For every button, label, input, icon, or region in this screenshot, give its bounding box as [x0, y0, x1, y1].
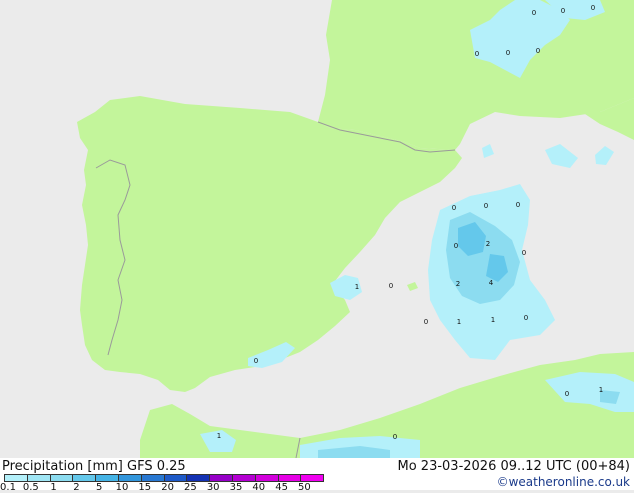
precip-value-label: 0	[254, 357, 258, 365]
precip-value-label: 0	[454, 242, 458, 250]
precip-value-label: 1	[599, 386, 603, 394]
legend-tick-label: 5	[96, 482, 103, 493]
precip-value-label: 1	[457, 318, 461, 326]
precip-value-label: 0	[591, 4, 595, 12]
precip-value-label: 0	[536, 47, 540, 55]
legend-swatch	[209, 474, 233, 482]
legend-swatch	[186, 474, 211, 482]
legend-tick-label: 1	[50, 482, 57, 493]
legend-tick-label: 10	[115, 482, 129, 493]
legend-tick-label: 15	[138, 482, 152, 493]
precip-value-label: 4	[489, 279, 494, 287]
legend-swatch	[49, 474, 74, 482]
precip-value-label: 0	[389, 282, 393, 290]
product-title: Precipitation [mm] GFS 0.25	[2, 459, 186, 474]
legend-swatch	[277, 474, 302, 482]
precip-value-label: 0	[393, 433, 397, 441]
precip-value-label: 2	[486, 240, 490, 248]
legend-swatch	[72, 474, 97, 482]
precip-value-label: 0	[561, 7, 565, 15]
valid-time: Mo 23-03-2026 09..12 UTC (00+84)	[397, 459, 631, 474]
legend-tick-label: 2	[73, 482, 80, 493]
legend-tick-label: 20	[161, 482, 174, 493]
precip-value-label: 0	[524, 314, 528, 322]
precip-value-label: 0	[424, 318, 428, 326]
precip-value-label: 0	[484, 202, 488, 210]
precip-value-label: 0	[452, 204, 456, 212]
precip-value-label: 0	[532, 9, 536, 17]
legend-swatch	[26, 474, 51, 482]
legend-tick-label: 0.1	[0, 482, 16, 493]
legend-swatch	[163, 474, 188, 482]
legend-swatch	[254, 474, 279, 482]
legend-swatch	[95, 474, 119, 482]
footer: Precipitation [mm] GFS 0.25 Mo 23-03-202…	[0, 458, 634, 493]
legend-tick-label: 45	[275, 482, 288, 493]
legend-tick-label: 35	[229, 482, 243, 493]
legend-swatch	[4, 474, 28, 482]
precip-value-label: 0	[475, 50, 479, 58]
precip-value-label: 0	[565, 390, 569, 398]
legend-swatch	[232, 474, 256, 482]
legend-tick-label: 40	[252, 482, 266, 493]
legend-tick-label: 0.5	[22, 482, 39, 493]
precip-value-label: 1	[491, 316, 495, 324]
copyright-link[interactable]: ©weatheronline.co.uk	[497, 475, 630, 489]
precip-value-label: 1	[355, 283, 359, 291]
precip-value-label: 2	[456, 280, 460, 288]
precip-value-label: 0	[522, 249, 526, 257]
legend-swatch	[140, 474, 165, 482]
legend-tick-label: 25	[184, 482, 197, 493]
precipitation-map: 0 0 0 0 0 0 0 0 0 0 2 4 0 2 1 0 0 1 1 0 0 1 0 1 0	[0, 0, 634, 458]
legend-swatch	[300, 474, 325, 482]
precip-value-label: 0	[516, 201, 520, 209]
precip-value-label: 0	[506, 49, 510, 57]
legend-swatch	[118, 474, 142, 482]
legend-tick-label: 50	[298, 482, 311, 493]
legend-tick-label: 30	[206, 482, 220, 493]
precip-value-label: 1	[217, 432, 221, 440]
